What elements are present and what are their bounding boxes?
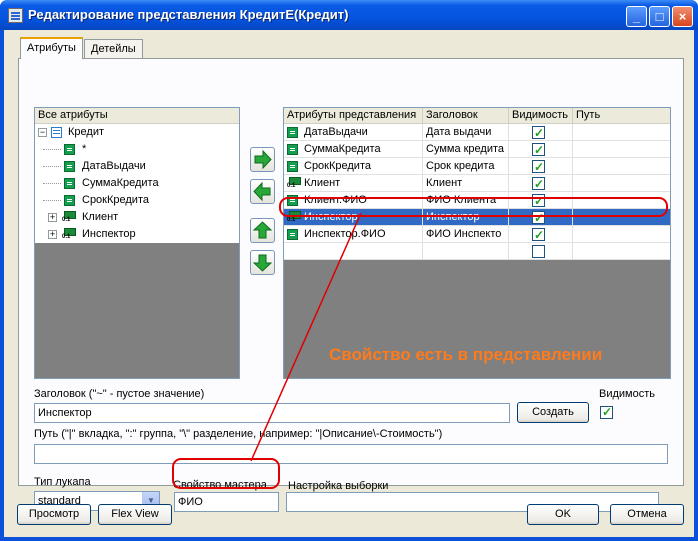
- annotation-line: [250, 212, 362, 462]
- tab-attributes[interactable]: Атрибуты: [20, 37, 83, 59]
- annotation-connector: [250, 212, 362, 462]
- dialog-window: Редактирование представления КредитЕ(Кре…: [0, 0, 698, 541]
